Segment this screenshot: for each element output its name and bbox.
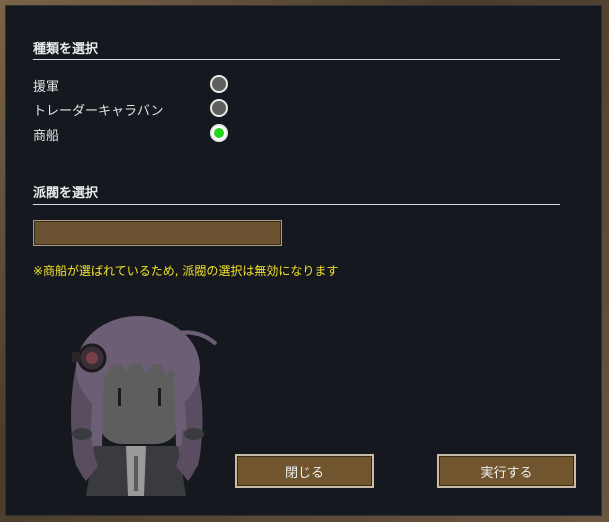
radio-reinforcement[interactable] [210,75,228,93]
close-button[interactable]: 閉じる [235,454,374,488]
kind-section-divider [33,59,560,60]
option-label-orbital-trader: 商船 [33,129,60,144]
faction-section-title: 派閥を選択 [33,186,99,201]
mascot-icon [71,316,218,496]
radio-trader-caravan[interactable] [210,99,228,117]
option-label-trader-caravan: トレーダーキャラバン [33,104,164,119]
faction-section-divider [33,204,560,205]
execute-button[interactable]: 実行する [437,454,576,488]
faction-disabled-notice: ※商船が選ばれているため, 派閥の選択は無効になります [33,264,339,278]
kind-section-title: 種類を選択 [33,42,99,57]
radio-orbital-trader[interactable] [210,124,228,142]
incident-dialog: 種類を選択 援軍 トレーダーキャラバン 商船 派閥を選択 ※商船が選ばれているた… [5,5,602,516]
option-label-reinforcement: 援軍 [33,80,60,95]
faction-dropdown[interactable] [33,220,282,246]
